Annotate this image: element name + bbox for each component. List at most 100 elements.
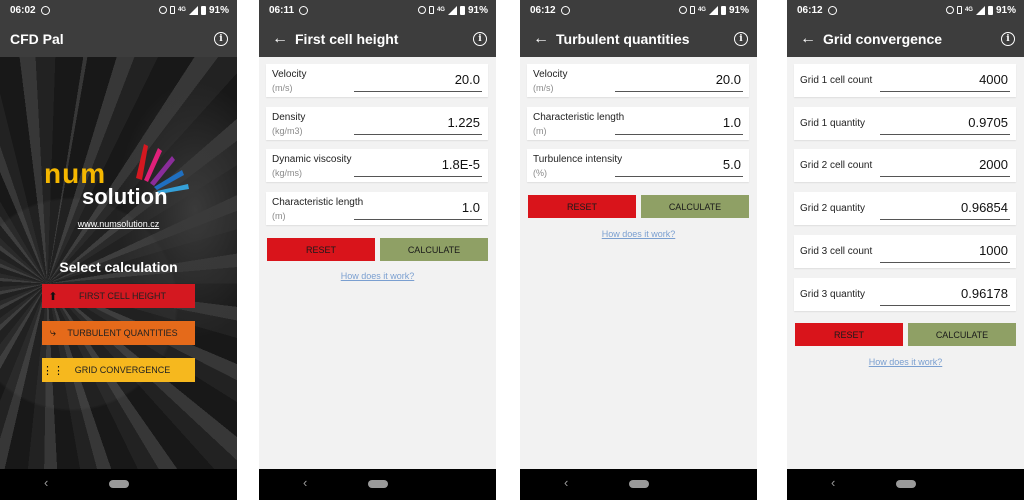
reset-button[interactable]: RESET bbox=[267, 238, 375, 261]
status-time: 06:02 bbox=[10, 4, 36, 16]
status-time: 06:11 bbox=[269, 4, 295, 16]
app-title: CFD Pal bbox=[10, 30, 64, 47]
menu-label: TURBULENT QUANTITIES bbox=[67, 328, 178, 338]
back-arrow-icon[interactable]: ← bbox=[259, 30, 295, 48]
grid3-cell-count-field[interactable]: Grid 3 cell count 1000 bbox=[794, 235, 1016, 268]
screen-title: Grid convergence bbox=[823, 30, 943, 47]
back-arrow-icon[interactable]: ← bbox=[787, 30, 823, 48]
characteristic-length-input[interactable]: 1.0 bbox=[462, 200, 480, 215]
website-link[interactable]: www.numsolution.cz bbox=[0, 219, 237, 229]
battery-percent: 91% bbox=[728, 4, 749, 16]
dynamic-viscosity-field[interactable]: Dynamic viscosity (kg/ms) 1.8E-5 bbox=[266, 149, 488, 182]
how-does-it-work-link[interactable]: How does it work? bbox=[787, 357, 1024, 367]
grid2-cell-count-field[interactable]: Grid 2 cell count 2000 bbox=[794, 149, 1016, 182]
field-unit: (kg/m3) bbox=[272, 126, 303, 136]
dynamic-viscosity-input[interactable]: 1.8E-5 bbox=[442, 157, 480, 172]
network-type: 4G bbox=[697, 7, 706, 13]
field-label: Grid 3 quantity bbox=[800, 289, 866, 300]
form-content: Velocity (m/s) 20.0 Density (kg/m3) 1.22… bbox=[259, 57, 496, 469]
density-field[interactable]: Density (kg/m3) 1.225 bbox=[266, 107, 488, 140]
navigation-bar: ‹ bbox=[520, 469, 757, 500]
nav-back-icon[interactable]: ‹ bbox=[44, 475, 48, 490]
nav-home-pill[interactable] bbox=[628, 480, 649, 488]
turbulence-intensity-input[interactable]: 5.0 bbox=[723, 157, 741, 172]
grid3-quantity-input[interactable]: 0.96178 bbox=[961, 286, 1008, 301]
grid2-quantity-field[interactable]: Grid 2 quantity 0.96854 bbox=[794, 192, 1016, 225]
form-content: Grid 1 cell count 4000 Grid 1 quantity 0… bbox=[787, 57, 1024, 469]
battery-percent: 91% bbox=[995, 4, 1016, 16]
field-label: Turbulence intensity bbox=[533, 154, 623, 165]
velocity-input[interactable]: 20.0 bbox=[716, 72, 741, 87]
field-label: Grid 3 cell count bbox=[800, 246, 873, 257]
grid2-quantity-input[interactable]: 0.96854 bbox=[961, 200, 1008, 215]
field-label: Grid 1 quantity bbox=[800, 118, 866, 129]
calculate-button[interactable]: CALCULATE bbox=[908, 323, 1016, 346]
grid1-cell-count-input[interactable]: 4000 bbox=[979, 72, 1008, 87]
field-unit: (m) bbox=[533, 126, 547, 136]
status-bar: 06:12 4G 91% bbox=[787, 0, 1024, 20]
swirl-arrow-icon: ⤷ bbox=[49, 326, 57, 339]
battery-icon bbox=[987, 5, 993, 15]
vibrate-icon bbox=[689, 6, 695, 14]
nav-home-pill[interactable] bbox=[108, 480, 129, 488]
back-arrow-icon[interactable]: ← bbox=[520, 30, 556, 48]
form-content: Velocity (m/s) 20.0 Characteristic lengt… bbox=[520, 57, 757, 469]
battery-percent: 91% bbox=[467, 4, 488, 16]
calculate-button[interactable]: CALCULATE bbox=[380, 238, 488, 261]
signal-icon bbox=[447, 5, 457, 15]
how-does-it-work-link[interactable]: How does it work? bbox=[520, 229, 757, 239]
signal-icon bbox=[708, 5, 718, 15]
reset-button[interactable]: RESET bbox=[795, 323, 903, 346]
status-time: 06:12 bbox=[797, 4, 823, 16]
turbulence-intensity-field[interactable]: Turbulence intensity (%) 5.0 bbox=[527, 149, 749, 182]
density-input[interactable]: 1.225 bbox=[447, 115, 480, 130]
status-bar: 06:02 4G 91% bbox=[0, 0, 237, 20]
characteristic-length-input[interactable]: 1.0 bbox=[723, 115, 741, 130]
turbulent-quantities-button[interactable]: ⤷ TURBULENT QUANTITIES bbox=[42, 321, 195, 345]
grid3-cell-count-input[interactable]: 1000 bbox=[979, 243, 1008, 258]
arrow-up-icon: ⬆ bbox=[48, 290, 58, 303]
field-unit: (%) bbox=[533, 168, 547, 178]
velocity-input[interactable]: 20.0 bbox=[455, 72, 480, 87]
grid1-cell-count-field[interactable]: Grid 1 cell count 4000 bbox=[794, 64, 1016, 97]
sync-icon bbox=[560, 5, 570, 15]
reset-button[interactable]: RESET bbox=[528, 195, 636, 218]
grid1-quantity-input[interactable]: 0.9705 bbox=[968, 115, 1008, 130]
field-unit: (m) bbox=[272, 211, 286, 221]
sync-icon bbox=[299, 5, 309, 15]
screen-title: First cell height bbox=[295, 30, 399, 47]
signal-icon bbox=[188, 5, 198, 15]
nav-back-icon[interactable]: ‹ bbox=[303, 475, 307, 490]
alarm-icon bbox=[945, 6, 954, 14]
how-does-it-work-link[interactable]: How does it work? bbox=[259, 271, 496, 281]
field-label: Characteristic length bbox=[272, 197, 364, 208]
info-icon[interactable]: i bbox=[214, 31, 228, 46]
first-cell-height-button[interactable]: ⬆ FIRST CELL HEIGHT bbox=[42, 284, 195, 308]
sync-icon bbox=[40, 5, 50, 15]
grid1-quantity-field[interactable]: Grid 1 quantity 0.9705 bbox=[794, 107, 1016, 140]
field-label: Velocity bbox=[272, 69, 307, 80]
nav-home-pill[interactable] bbox=[895, 480, 916, 488]
app-bar: ← First cell height i bbox=[259, 20, 496, 57]
calculate-button[interactable]: CALCULATE bbox=[641, 195, 749, 218]
info-icon[interactable]: i bbox=[1001, 31, 1015, 46]
nav-home-pill[interactable] bbox=[367, 480, 388, 488]
alarm-icon bbox=[417, 6, 426, 14]
info-icon[interactable]: i bbox=[473, 31, 487, 46]
field-label: Characteristic length bbox=[533, 112, 625, 123]
battery-icon bbox=[459, 5, 465, 15]
grid3-quantity-field[interactable]: Grid 3 quantity 0.96178 bbox=[794, 278, 1016, 311]
info-icon[interactable]: i bbox=[734, 31, 748, 46]
characteristic-length-field[interactable]: Characteristic length (m) 1.0 bbox=[266, 192, 488, 225]
status-time: 06:12 bbox=[530, 4, 556, 16]
navigation-bar: ‹ bbox=[0, 469, 237, 500]
nav-back-icon[interactable]: ‹ bbox=[564, 475, 568, 490]
velocity-field[interactable]: Velocity (m/s) 20.0 bbox=[527, 64, 749, 97]
grid2-cell-count-input[interactable]: 2000 bbox=[979, 157, 1008, 172]
characteristic-length-field[interactable]: Characteristic length (m) 1.0 bbox=[527, 107, 749, 140]
nav-back-icon[interactable]: ‹ bbox=[831, 475, 835, 490]
field-label: Grid 1 cell count bbox=[800, 75, 873, 86]
grid-convergence-button[interactable]: ⋮⋮ GRID CONVERGENCE bbox=[42, 358, 195, 382]
field-label: Grid 2 quantity bbox=[800, 203, 866, 214]
velocity-field[interactable]: Velocity (m/s) 20.0 bbox=[266, 64, 488, 97]
